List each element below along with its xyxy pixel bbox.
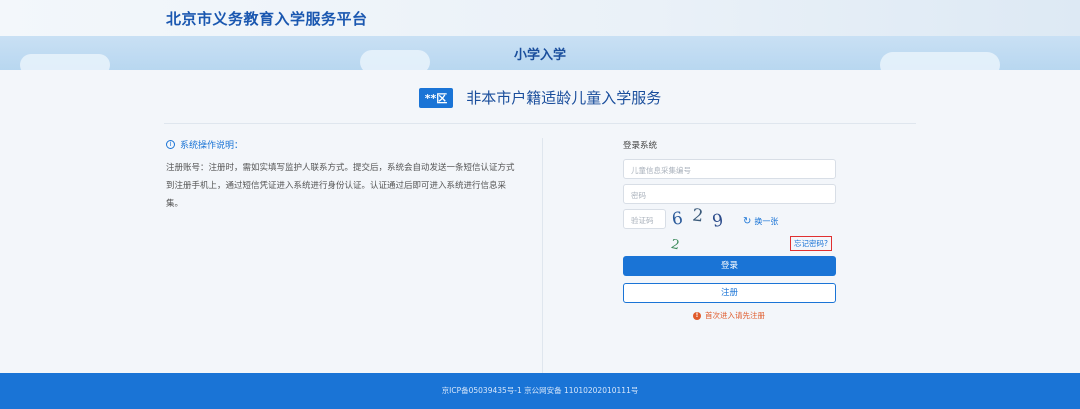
- login-title: 登录系统: [623, 141, 658, 151]
- login-button[interactable]: 登录: [623, 256, 836, 276]
- banner-title: 小学入学: [513, 48, 566, 63]
- refresh-captcha-button[interactable]: ↻ 换一张: [743, 216, 778, 227]
- instructions-heading: i 系统操作说明：: [166, 138, 516, 151]
- warning-icon: !: [693, 311, 701, 320]
- password-input[interactable]: 密码: [623, 184, 836, 204]
- captcha-char: 2: [669, 236, 683, 254]
- vertical-divider: [542, 138, 543, 388]
- instructions-heading-label: 系统操作说明：: [180, 141, 244, 151]
- district-badge: **区: [418, 87, 454, 108]
- service-title: 非本市户籍适龄儿童入学服务: [466, 89, 662, 107]
- captcha-char: 9: [711, 210, 728, 232]
- instructions-panel: i 系统操作说明： 注册账号：注册时，需如实填写监护人联系方式。提交后，系统会自…: [166, 138, 516, 213]
- first-visit-notice: ! 首次进入请先注册: [693, 310, 765, 321]
- captcha-char: 2: [691, 205, 707, 227]
- captcha-image[interactable]: 6 2 9 2: [670, 205, 738, 253]
- service-header: **区 非本市户籍适龄儿童入学服务: [0, 87, 1080, 109]
- divider: [164, 123, 916, 124]
- child-id-input[interactable]: 儿童信息采集编号: [623, 159, 836, 179]
- refresh-icon: ↻: [743, 216, 752, 227]
- refresh-label: 换一张: [754, 217, 779, 226]
- footer: 京ICP备05039435号-1 京公网安备 11010202010111号: [0, 373, 1080, 409]
- notice-text: 首次进入请先注册: [705, 311, 765, 320]
- register-button[interactable]: 注册: [623, 283, 836, 303]
- captcha-char: 6: [670, 208, 687, 230]
- banner: 小学入学: [0, 36, 1080, 70]
- footer-text: 京ICP备05039435号-1 京公网安备 11010202010111号: [441, 386, 639, 395]
- captcha-input[interactable]: 验证码: [623, 209, 666, 229]
- forgot-password-link[interactable]: 忘记密码?: [790, 236, 832, 251]
- main-content: **区 非本市户籍适龄儿童入学服务 i 系统操作说明： 注册账号：注册时，需如实…: [0, 70, 1080, 388]
- top-header: 北京市义务教育入学服务平台: [0, 0, 1080, 36]
- info-icon: i: [166, 140, 175, 149]
- site-title[interactable]: 北京市义务教育入学服务平台: [166, 8, 368, 29]
- instructions-text: 注册账号：注册时，需如实填写监护人联系方式。提交后，系统会自动发送一条短信认证方…: [166, 163, 515, 209]
